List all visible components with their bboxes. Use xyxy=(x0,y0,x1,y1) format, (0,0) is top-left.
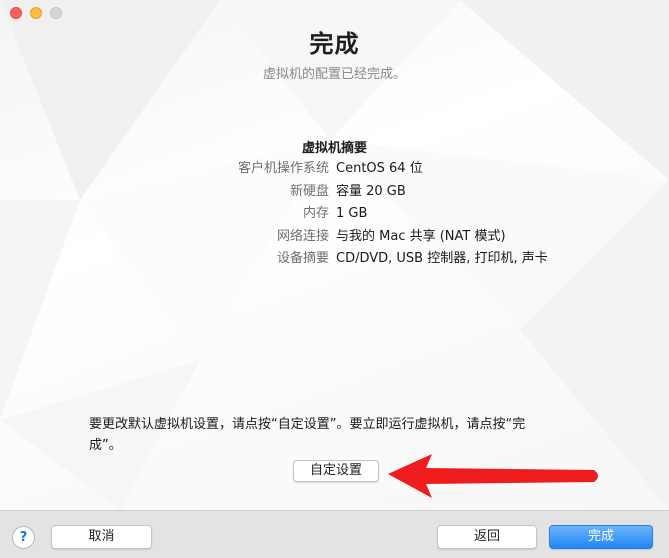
instruction-line: 要更改默认虚拟机设置，请点按“自定设置”。要立即运行虚拟机，请点按“完 xyxy=(89,417,526,432)
cancel-button[interactable]: 取消 xyxy=(51,525,152,549)
finish-button[interactable]: 完成 xyxy=(549,525,653,549)
summary-value: 与我的 Mac 共享 (NAT 模式) xyxy=(336,228,506,244)
close-window-button[interactable] xyxy=(10,7,22,19)
summary-label: 网络连接 xyxy=(276,228,329,244)
summary-row-guest-os: 客户机操作系统 CentOS 64 位 xyxy=(0,158,669,181)
summary-heading: 虚拟机摘要 xyxy=(301,141,367,156)
summary-label: 内存 xyxy=(302,206,329,221)
back-button[interactable]: 返回 xyxy=(437,525,537,549)
red-arrow-annotation xyxy=(388,454,598,498)
help-icon[interactable]: ? xyxy=(12,526,35,549)
summary-row-disk: 新硬盘 容量 20 GB xyxy=(0,181,669,204)
summary-label: 新硬盘 xyxy=(289,183,329,199)
window-controls xyxy=(10,7,62,19)
summary-label: 客户机操作系统 xyxy=(237,161,329,176)
page-subtitle: 虚拟机的配置已经完成。 xyxy=(262,67,406,82)
summary-label: 设备摘要 xyxy=(276,251,329,266)
customize-settings-button[interactable]: 自定设置 xyxy=(293,460,379,482)
summary-value: CD/DVD, USB 控制器, 打印机, 声卡 xyxy=(336,251,548,266)
minimize-window-button[interactable] xyxy=(30,7,42,19)
footer-bar: ? 取消 返回 完成 xyxy=(0,510,669,558)
maximize-window-button[interactable] xyxy=(50,7,62,19)
summary-row-memory: 内存 1 GB xyxy=(0,203,669,226)
vm-wizard-window: 完成 虚拟机的配置已经完成。 虚拟机摘要 客户机操作系统 CentOS 64 位… xyxy=(0,0,669,558)
summary-value: 容量 20 GB xyxy=(336,183,406,199)
summary-row-network: 网络连接 与我的 Mac 共享 (NAT 模式) xyxy=(0,226,669,249)
vm-summary: 客户机操作系统 CentOS 64 位 新硬盘 容量 20 GB 内存 1 GB… xyxy=(0,158,669,271)
summary-row-devices: 设备摘要 CD/DVD, USB 控制器, 打印机, 声卡 xyxy=(0,248,669,271)
page-title: 完成 xyxy=(309,30,360,58)
summary-value: CentOS 64 位 xyxy=(336,161,423,176)
summary-value: 1 GB xyxy=(336,206,368,221)
